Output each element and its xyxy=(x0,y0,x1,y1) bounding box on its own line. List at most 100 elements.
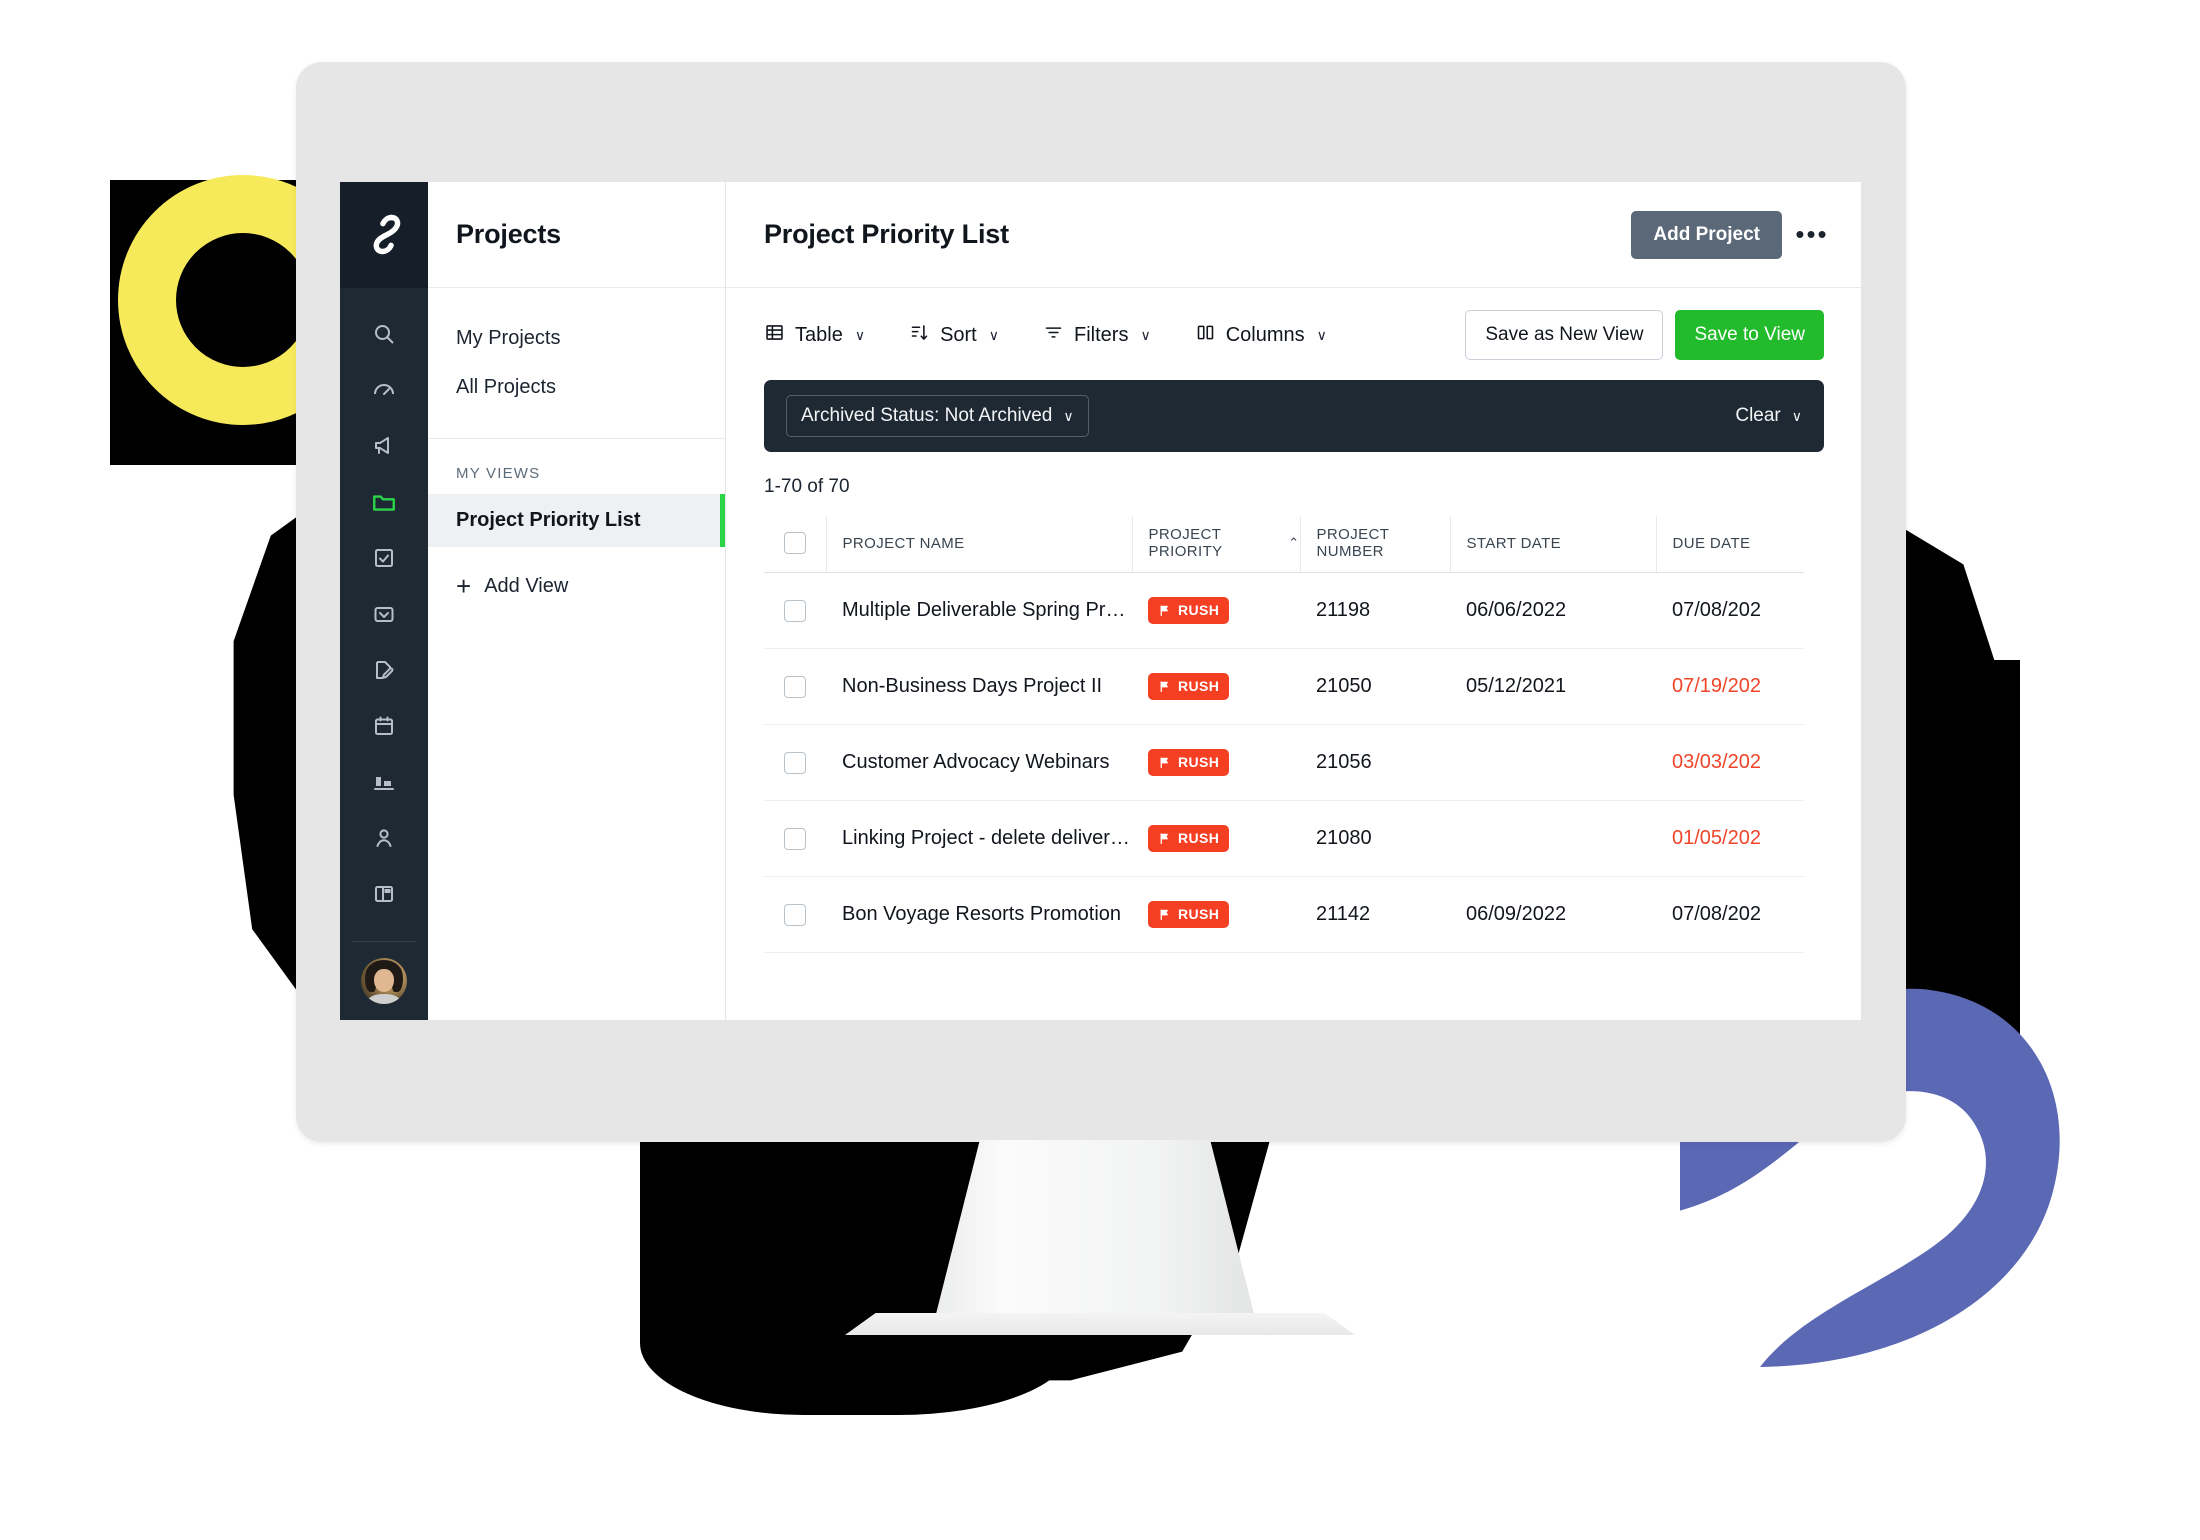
table-view-button[interactable]: Table ∨ xyxy=(764,322,865,349)
sidebar-item-calendar[interactable] xyxy=(340,698,428,754)
column-header-start-date[interactable]: START DATE xyxy=(1450,516,1657,573)
more-options-button[interactable]: ••• xyxy=(1790,213,1834,257)
table-row[interactable]: Non-Business Days Project II RUSH 21050 05/… xyxy=(764,648,1804,725)
status-badge: RUSH xyxy=(1148,825,1230,852)
sidebar-item-all-projects[interactable]: All Projects xyxy=(428,363,725,412)
projects-table-wrap: PROJECT NAME PROJECT PRIORITY ⌃ PROJECT … xyxy=(726,516,1862,1020)
sidebar-item-projects[interactable] xyxy=(340,474,428,530)
row-checkbox[interactable] xyxy=(784,751,806,774)
columns-icon xyxy=(1195,322,1216,349)
table-header-row: PROJECT NAME PROJECT PRIORITY ⌃ PROJECT … xyxy=(764,516,1804,573)
monitor-neck xyxy=(935,1140,1255,1318)
row-select-cell[interactable] xyxy=(764,648,826,725)
sidebar-item-people[interactable] xyxy=(340,810,428,866)
filter-chip-label: Archived Status: Not Archived xyxy=(801,405,1053,426)
cell-project-priority: RUSH xyxy=(1132,800,1300,877)
cell-project-priority: RUSH xyxy=(1132,572,1300,649)
filters-button[interactable]: Filters ∨ xyxy=(1043,322,1151,349)
cell-start-date: 06/06/2022 xyxy=(1450,572,1656,649)
column-header-project-priority[interactable]: PROJECT PRIORITY ⌃ xyxy=(1132,516,1301,573)
sidebar-item-search[interactable] xyxy=(340,306,428,362)
sidebar-item-reports[interactable] xyxy=(340,754,428,810)
table-row[interactable]: Customer Advocacy Webinars RUSH 21056 03/03… xyxy=(764,724,1804,801)
row-select-cell[interactable] xyxy=(764,572,826,649)
sidebar-item-my-projects[interactable]: My Projects xyxy=(428,314,725,363)
document-edit-icon xyxy=(372,658,396,682)
save-to-view-button[interactable]: Save to View xyxy=(1675,310,1824,360)
sort-button[interactable]: Sort ∨ xyxy=(909,322,999,349)
select-all-checkbox[interactable] xyxy=(783,532,806,554)
cell-due-date: 07/08/202 xyxy=(1656,876,1804,953)
column-label: PROJECT PRIORITY xyxy=(1148,526,1223,560)
column-header-select[interactable] xyxy=(764,516,827,573)
cell-project-priority: RUSH xyxy=(1132,724,1300,801)
folder-icon xyxy=(371,489,397,515)
sidebar-item-boards[interactable] xyxy=(340,866,428,922)
status-badge: RUSH xyxy=(1148,749,1230,776)
table-body: Multiple Deliverable Spring Promoti... RU… xyxy=(764,572,1804,953)
cell-project-number: 21198 xyxy=(1300,572,1450,649)
chevron-down-icon: ∨ xyxy=(1791,407,1802,424)
plus-icon: + xyxy=(456,571,472,601)
row-select-cell[interactable] xyxy=(764,800,826,877)
columns-button[interactable]: Columns ∨ xyxy=(1195,322,1327,349)
cell-project-name[interactable]: Non-Business Days Project II xyxy=(826,648,1132,725)
nav-list: My Projects All Projects xyxy=(428,288,725,412)
cell-project-name[interactable]: Bon Voyage Resorts Promotion xyxy=(826,876,1132,953)
cell-due-date: 07/08/202 xyxy=(1656,572,1804,649)
cell-project-name[interactable]: Customer Advocacy Webinars xyxy=(826,724,1132,801)
sidebar-item-tasks[interactable] xyxy=(340,530,428,586)
table-row[interactable]: Linking Project - delete deliverable RUSH… xyxy=(764,800,1804,877)
column-label: DUE DATE xyxy=(1672,534,1751,552)
column-header-due-date[interactable]: DUE DATE xyxy=(1656,516,1804,573)
filter-icon xyxy=(1043,322,1064,349)
chevron-down-icon: ∨ xyxy=(1140,326,1151,343)
sidebar-item-announcements[interactable] xyxy=(340,418,428,474)
cell-start-date: 05/12/2021 xyxy=(1450,648,1656,725)
row-checkbox[interactable] xyxy=(784,675,806,698)
clear-filters-button[interactable]: Clear ∨ xyxy=(1735,405,1802,427)
rail-icon-list xyxy=(340,288,428,1020)
sidebar-item-inbox[interactable] xyxy=(340,586,428,642)
cell-start-date xyxy=(1450,800,1656,877)
status-badge: RUSH xyxy=(1148,901,1230,928)
column-header-project-name[interactable]: PROJECT NAME xyxy=(826,516,1133,573)
row-checkbox[interactable] xyxy=(784,827,806,850)
inbox-icon xyxy=(372,602,396,626)
cell-project-number: 21056 xyxy=(1300,724,1450,801)
row-select-cell[interactable] xyxy=(764,876,826,953)
table-icon xyxy=(764,322,785,349)
cell-due-date: 07/19/202 xyxy=(1656,648,1804,725)
row-checkbox[interactable] xyxy=(784,903,806,926)
add-project-button[interactable]: Add Project xyxy=(1631,210,1782,259)
status-badge: RUSH xyxy=(1148,597,1230,624)
cell-project-priority: RUSH xyxy=(1132,876,1300,953)
table-row[interactable]: Multiple Deliverable Spring Promoti... RU… xyxy=(764,572,1804,649)
nav-header: Projects xyxy=(428,182,725,288)
monitor-base xyxy=(845,1313,1355,1335)
save-as-new-view-button[interactable]: Save as New View xyxy=(1465,310,1664,360)
avatar[interactable] xyxy=(340,942,428,1020)
sidebar-item-dashboard[interactable] xyxy=(340,362,428,418)
reports-bar-icon xyxy=(372,770,396,794)
calendar-icon xyxy=(372,714,396,738)
sidebar-item-documents[interactable] xyxy=(340,642,428,698)
column-header-project-number[interactable]: PROJECT NUMBER xyxy=(1300,516,1451,573)
add-view-button[interactable]: + Add View xyxy=(428,547,725,599)
row-select-cell[interactable] xyxy=(764,724,826,801)
sidebar-view-project-priority-list[interactable]: Project Priority List xyxy=(428,494,725,547)
filter-chip-archived-status[interactable]: Archived Status: Not Archived ∨ xyxy=(786,395,1089,437)
sort-label: Sort xyxy=(940,323,977,346)
projects-table: PROJECT NAME PROJECT PRIORITY ⌃ PROJECT … xyxy=(764,516,1804,953)
table-row[interactable]: Bon Voyage Resorts Promotion RUSH 21142 06/… xyxy=(764,876,1804,953)
cell-project-name[interactable]: Linking Project - delete deliverable xyxy=(826,800,1132,877)
cell-project-number: 21050 xyxy=(1300,648,1450,725)
sort-ascending-icon: ⌃ xyxy=(1288,535,1300,550)
nav-panel: Projects My Projects All Projects MY VIE… xyxy=(428,182,726,1020)
page-root: Projects My Projects All Projects MY VIE… xyxy=(0,0,2200,1540)
chevron-down-icon: ∨ xyxy=(1063,407,1074,424)
cell-project-name[interactable]: Multiple Deliverable Spring Promoti... xyxy=(826,572,1132,649)
row-checkbox[interactable] xyxy=(784,599,806,622)
app-logo[interactable] xyxy=(340,182,428,288)
chevron-down-icon: ∨ xyxy=(1316,326,1327,343)
